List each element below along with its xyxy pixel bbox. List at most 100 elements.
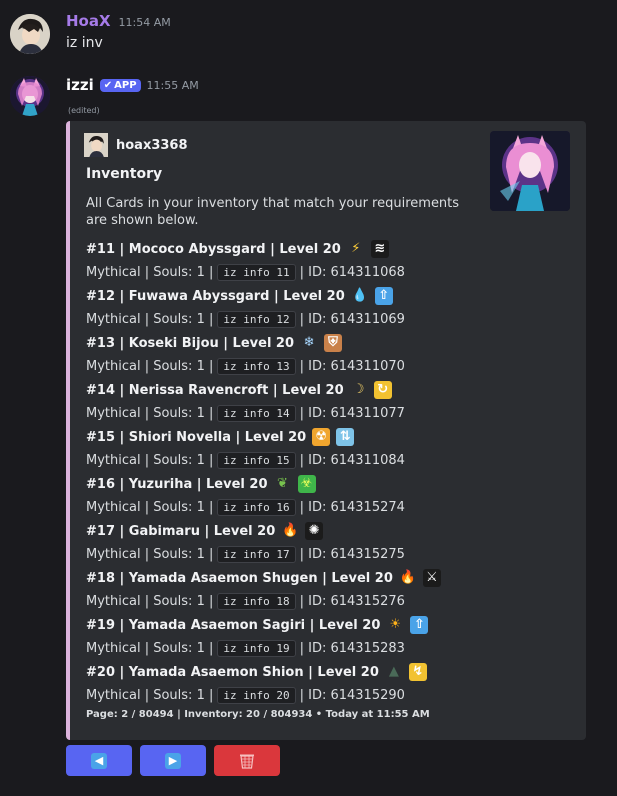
card-command-code[interactable]: iz info 19 <box>217 639 296 657</box>
delete-button[interactable] <box>214 745 280 776</box>
card-title-line: #14 | Nerissa Ravencroft | Level 20 ☽ ↻ <box>86 380 566 400</box>
username[interactable]: HoaX <box>66 12 111 30</box>
card-entry: #11 | Mococo Abyssgard | Level 20 ⚡ ≋ Mythi… <box>86 239 566 282</box>
card-command-code[interactable]: iz info 12 <box>217 310 296 328</box>
card-details-line: Mythical | Souls: 1 | iz info 20 | ID: 614… <box>86 685 566 705</box>
card-title-line: #17 | Gabimaru | Level 20 🔥 ✺ <box>86 521 566 541</box>
card-command-code[interactable]: iz info 17 <box>217 545 296 563</box>
lightning-bolt-icon: ↯ <box>408 663 427 681</box>
card-command-code[interactable]: iz info 16 <box>217 498 296 516</box>
water-drop-icon: 💧 <box>351 288 368 303</box>
card-title: #20 | Yamada Asaemon Shion | Level 20 <box>86 664 379 680</box>
card-command-code[interactable]: iz info 11 <box>217 263 296 281</box>
card-title: #18 | Yamada Asaemon Shugen | Level 20 <box>86 570 393 586</box>
card-entry: #12 | Fuwawa Abyssgard | Level 20 💧 ⇧ Mythi… <box>86 286 566 329</box>
card-id: | ID: 614311070 <box>299 358 405 374</box>
edited-label: (edited) <box>68 106 100 115</box>
card-entry: #20 | Yamada Asaemon Shion | Level 20 ▲ ↯ M… <box>86 662 566 705</box>
avatar[interactable] <box>10 76 50 116</box>
checkmark-icon: ✔ <box>103 79 113 91</box>
card-rarity-souls: Mythical | Souls: 1 | <box>86 311 214 327</box>
transfer-icon: ⇅ <box>336 428 355 446</box>
app-badge: ✔ APP <box>99 78 141 92</box>
bot-avatar-icon <box>10 76 50 116</box>
card-entry: #19 | Yamada Asaemon Sagiri | Level 20 ☀ ⇧… <box>86 615 566 658</box>
card-rarity-souls: Mythical | Souls: 1 | <box>86 593 214 609</box>
card-id: | ID: 614311069 <box>299 311 405 327</box>
timestamp: 11:54 AM <box>118 16 171 29</box>
card-id: | ID: 614315275 <box>299 546 405 562</box>
card-entry: #16 | Yuzuriha | Level 20 ❦ ☣ Mythical | So… <box>86 474 566 517</box>
right-arrow-icon: ▶ <box>165 752 181 769</box>
card-entry: #13 | Koseki Bijou | Level 20 ❄ ⛨ Mythical … <box>86 333 566 376</box>
explosion-icon: ✺ <box>305 522 324 540</box>
card-title: #17 | Gabimaru | Level 20 <box>86 523 276 539</box>
card-title: #14 | Nerissa Ravencroft | Level 20 <box>86 382 344 398</box>
avatar[interactable] <box>10 14 50 54</box>
card-id: | ID: 614311077 <box>299 405 405 421</box>
lightning-icon: ⚡ <box>351 241 361 256</box>
card-command-code[interactable]: iz info 18 <box>217 592 296 610</box>
card-rarity-souls: Mythical | Souls: 1 | <box>86 546 214 562</box>
card-entry: #17 | Gabimaru | Level 20 🔥 ✺ Mythical | So… <box>86 521 566 564</box>
author-name[interactable]: hoax3368 <box>116 138 188 153</box>
leaf-icon: ❦ <box>277 476 288 491</box>
card-title: #12 | Fuwawa Abyssgard | Level 20 <box>86 288 345 304</box>
card-rarity-souls: Mythical | Souls: 1 | <box>86 499 214 515</box>
card-entry: #15 | Shiori Novella | Level 20 ☢ ⇅ Mythica… <box>86 427 566 470</box>
next-page-button[interactable]: ▶ <box>140 745 206 776</box>
card-title-line: #20 | Yamada Asaemon Shion | Level 20 ▲ ↯ <box>86 662 566 682</box>
card-command-code[interactable]: iz info 14 <box>217 404 296 422</box>
up-arrow-icon: ⇧ <box>410 616 429 634</box>
card-title-line: #16 | Yuzuriha | Level 20 ❦ ☣ <box>86 474 566 494</box>
wind-slash-icon: ≋ <box>370 240 389 258</box>
card-id: | ID: 614315276 <box>299 593 405 609</box>
card-details-line: Mythical | Souls: 1 | iz info 11 | ID: 614… <box>86 262 566 282</box>
user-avatar-icon <box>84 133 108 157</box>
card-id: | ID: 614315274 <box>299 499 405 515</box>
message-hoax: HoaX 11:54 AM iz inv <box>10 12 610 62</box>
card-rarity-souls: Mythical | Souls: 1 | <box>86 405 214 421</box>
card-command-code[interactable]: iz info 20 <box>217 686 296 704</box>
card-details-line: Mythical | Souls: 1 | iz info 16 | ID: 614… <box>86 497 566 517</box>
card-rarity-souls: Mythical | Souls: 1 | <box>86 687 214 703</box>
card-title-line: #19 | Yamada Asaemon Sagiri | Level 20 ☀ ⇧ <box>86 615 566 635</box>
left-arrow-icon: ◀ <box>91 752 107 769</box>
card-rarity-souls: Mythical | Souls: 1 | <box>86 358 214 374</box>
card-title-line: #12 | Fuwawa Abyssgard | Level 20 💧 ⇧ <box>86 286 566 306</box>
card-title: #19 | Yamada Asaemon Sagiri | Level 20 <box>86 617 381 633</box>
app-badge-label: APP <box>114 79 137 91</box>
card-id: | ID: 614311068 <box>299 264 405 280</box>
author-avatar <box>84 133 108 157</box>
crescent-moon-icon: ☽ <box>352 382 365 397</box>
card-details-line: Mythical | Souls: 1 | iz info 17 | ID: 614… <box>86 544 566 564</box>
embed-description: All Cards in your inventory that match y… <box>86 196 460 228</box>
snowflake-icon: ❄ <box>303 335 315 350</box>
sword-icon: ⚔ <box>422 569 441 587</box>
card-title: #11 | Mococo Abyssgard | Level 20 <box>86 241 341 257</box>
triangle-icon: ▲ <box>388 664 399 679</box>
embed-footer: Page: 2 / 80494 | Inventory: 20 / 804934… <box>86 709 430 720</box>
fire-icon: 🔥 <box>282 523 299 538</box>
card-entry: #18 | Yamada Asaemon Shugen | Level 20 🔥 ⚔… <box>86 568 566 611</box>
card-rarity-souls: Mythical | Souls: 1 | <box>86 452 214 468</box>
card-details-line: Mythical | Souls: 1 | iz info 13 | ID: 614… <box>86 356 566 376</box>
embed-thumbnail[interactable] <box>490 131 570 211</box>
message-text: iz inv <box>66 35 103 51</box>
user-avatar-icon <box>10 14 50 54</box>
card-title-line: #18 | Yamada Asaemon Shugen | Level 20 🔥 ⚔ <box>86 568 566 588</box>
card-title: #16 | Yuzuriha | Level 20 <box>86 476 268 492</box>
embed-author: hoax3368 <box>84 133 188 157</box>
card-title-line: #11 | Mococo Abyssgard | Level 20 ⚡ ≋ <box>86 239 566 259</box>
card-command-code[interactable]: iz info 15 <box>217 451 296 469</box>
up-arrow-icon: ⇧ <box>374 287 393 305</box>
username[interactable]: izzi <box>66 76 94 94</box>
card-id: | ID: 614311084 <box>299 452 405 468</box>
wastebasket-icon <box>240 754 254 769</box>
card-details-line: Mythical | Souls: 1 | iz info 18 | ID: 614… <box>86 591 566 611</box>
card-command-code[interactable]: iz info 13 <box>217 357 296 375</box>
card-rarity-souls: Mythical | Souls: 1 | <box>86 264 214 280</box>
shield-icon: ⛨ <box>324 334 343 352</box>
card-title-line: #13 | Koseki Bijou | Level 20 ❄ ⛨ <box>86 333 566 353</box>
previous-page-button[interactable]: ◀ <box>66 745 132 776</box>
